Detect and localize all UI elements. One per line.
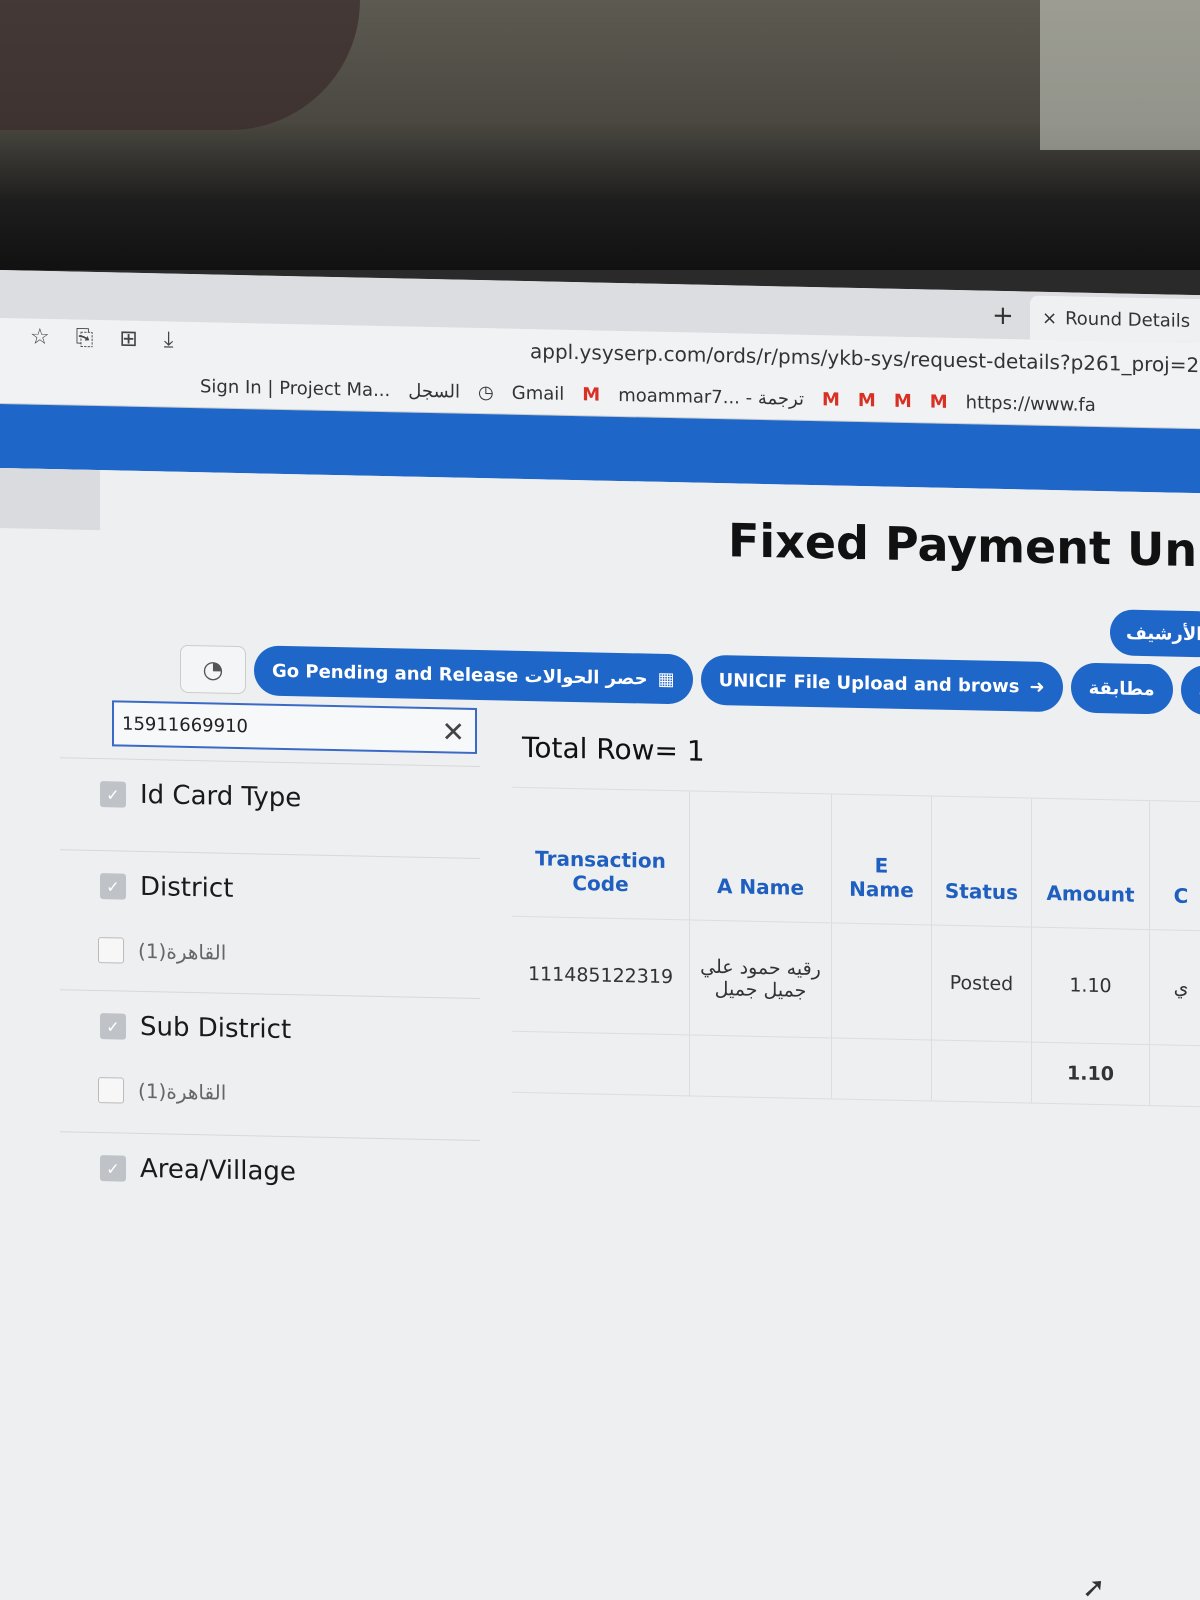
tab-title: Round Details bbox=[1065, 307, 1191, 332]
option-checkbox[interactable] bbox=[98, 937, 124, 964]
facet-header[interactable]: ✓ District bbox=[60, 850, 480, 929]
left-gutter bbox=[0, 468, 100, 531]
facet-label: Id Card Type bbox=[140, 779, 302, 814]
transaction-code-cell: 111485122319 bbox=[512, 916, 690, 1035]
table-row: 111485122319 رقيه حمود علي جميل جميل Pos… bbox=[512, 916, 1200, 1047]
column-header[interactable]: Transaction Code bbox=[512, 787, 690, 920]
amount-cell: 1.10 bbox=[1032, 927, 1150, 1045]
e-name-cell bbox=[832, 923, 932, 1040]
column-header[interactable]: Status bbox=[932, 796, 1032, 927]
gmail-icon[interactable]: M bbox=[894, 391, 912, 412]
dashboard-gauge-button[interactable]: ◔ bbox=[180, 644, 246, 695]
collapse-check-icon[interactable]: ✓ bbox=[100, 873, 126, 900]
facet-option[interactable]: القاهرة(1) bbox=[60, 1060, 480, 1127]
page-title: Fixed Payment Unicf bbox=[728, 513, 1200, 579]
monitor-screen: + × Round Details ☆ ⎘ ⊞ ⤓ appl.ysyserp.c… bbox=[0, 270, 1200, 1600]
bookmark-gmail[interactable]: Gmail bbox=[512, 383, 565, 405]
status-cell: Posted bbox=[932, 925, 1032, 1042]
table-footer-row: 1.10 bbox=[512, 1031, 1200, 1108]
go-pending-button[interactable]: Go Pending and Release حصر الحوالات ▦ bbox=[254, 645, 693, 705]
bookmark-history[interactable]: السجل bbox=[408, 381, 460, 403]
new-tab-button[interactable]: + bbox=[992, 301, 1014, 331]
arrow-circle-icon: ➜ bbox=[1029, 676, 1045, 698]
footer-cell bbox=[512, 1031, 690, 1096]
collapse-check-icon[interactable]: ✓ bbox=[100, 781, 126, 808]
facet-label: Sub District bbox=[140, 1011, 292, 1046]
disburse-button[interactable]: صرف bbox=[1180, 664, 1200, 717]
footer-cell bbox=[690, 1035, 832, 1099]
extension-icon[interactable]: ⊞ bbox=[119, 326, 137, 351]
facet-search-input[interactable]: 15911669910 ✕ bbox=[112, 700, 477, 754]
facet-option[interactable]: القاهرة(1) bbox=[60, 920, 480, 987]
gmail-icon[interactable]: M bbox=[930, 391, 948, 412]
a-name-cell: رقيه حمود علي جميل جميل bbox=[690, 920, 832, 1038]
mouse-cursor-icon: ➚ bbox=[1082, 1570, 1106, 1600]
facet-header[interactable]: ✓ Sub District bbox=[60, 990, 480, 1069]
facet-id-card-type: ✓ Id Card Type bbox=[60, 757, 480, 838]
clear-icon[interactable]: ✕ bbox=[442, 715, 465, 748]
option-label: القاهرة(1) bbox=[138, 938, 227, 965]
tab-round-details[interactable]: × Round Details bbox=[1030, 295, 1200, 344]
download-icon[interactable]: ⤓ bbox=[164, 327, 174, 352]
address-bar[interactable]: appl.ysyserp.com/ords/r/pms/ykb-sys/requ… bbox=[530, 339, 1200, 377]
footer-cell bbox=[1150, 1045, 1200, 1106]
table-header-row: Transaction Code A Name E Name Status Am… bbox=[512, 787, 1200, 932]
unicef-upload-label: UNICIF File Upload and brows bbox=[718, 669, 1020, 697]
reading-list-icon[interactable]: ⎘ bbox=[76, 326, 94, 351]
option-label: القاهرة(1) bbox=[138, 1078, 227, 1105]
tab-close-icon[interactable]: × bbox=[1042, 307, 1057, 328]
facet-header[interactable]: ✓ Id Card Type bbox=[60, 758, 480, 837]
column-header[interactable]: C bbox=[1150, 801, 1200, 930]
bookmark-sign-in[interactable]: Sign In | Project Ma... bbox=[200, 376, 390, 401]
footer-cell bbox=[932, 1040, 1032, 1103]
gauge-icon: ◔ bbox=[202, 655, 224, 684]
gmail-icon[interactable]: M bbox=[822, 389, 840, 410]
photo-background bbox=[0, 0, 1200, 270]
search-value: 15911669910 bbox=[122, 713, 248, 737]
amount-total-cell: 1.10 bbox=[1032, 1042, 1150, 1106]
unicef-upload-button[interactable]: UNICIF File Upload and brows ➜ bbox=[700, 654, 1063, 713]
bookmark-translate[interactable]: moammar7... - ترجمة bbox=[618, 385, 804, 410]
collapse-check-icon[interactable]: ✓ bbox=[100, 1155, 126, 1182]
gmail-icon[interactable]: M bbox=[582, 384, 600, 405]
collapse-check-icon[interactable]: ✓ bbox=[100, 1013, 126, 1040]
facet-header[interactable]: ✓ Area/Village bbox=[60, 1132, 480, 1211]
facet-sub-district: ✓ Sub District القاهرة(1) bbox=[60, 989, 480, 1128]
grid-icon: ▦ bbox=[657, 668, 675, 690]
history-icon: ◷ bbox=[478, 382, 494, 404]
extra-cell: ي bbox=[1173, 976, 1189, 999]
facet-panel: 15911669910 ✕ ✓ Id Card Type ✓ District … bbox=[60, 699, 480, 1600]
bookmark-url[interactable]: https://www.fa bbox=[966, 392, 1096, 416]
column-header[interactable]: Amount bbox=[1032, 798, 1150, 930]
facet-area-village: ✓ Area/Village bbox=[60, 1131, 480, 1212]
match-button[interactable]: مطابقة bbox=[1070, 662, 1173, 715]
results-table: Transaction Code A Name E Name Status Am… bbox=[512, 786, 1200, 1108]
gmail-icon[interactable]: M bbox=[858, 390, 876, 411]
go-pending-label: Go Pending and Release حصر الحوالات bbox=[272, 660, 648, 690]
column-header[interactable]: A Name bbox=[690, 791, 832, 923]
background-blob-left bbox=[0, 0, 360, 130]
page-body: Fixed Payment Unicf الأرشيف ◔ Go Pending… bbox=[0, 468, 1200, 1600]
facet-label: District bbox=[140, 871, 234, 904]
star-icon[interactable]: ☆ bbox=[30, 325, 50, 350]
background-blob-right bbox=[1040, 0, 1200, 150]
facet-district: ✓ District القاهرة(1) bbox=[60, 849, 480, 988]
column-header[interactable]: E Name bbox=[832, 794, 932, 925]
archive-button[interactable]: الأرشيف bbox=[1110, 609, 1200, 658]
option-checkbox[interactable] bbox=[98, 1077, 124, 1104]
footer-cell bbox=[832, 1038, 932, 1101]
total-row-count: Total Row= 1 bbox=[522, 730, 705, 768]
facet-label: Area/Village bbox=[140, 1153, 296, 1188]
